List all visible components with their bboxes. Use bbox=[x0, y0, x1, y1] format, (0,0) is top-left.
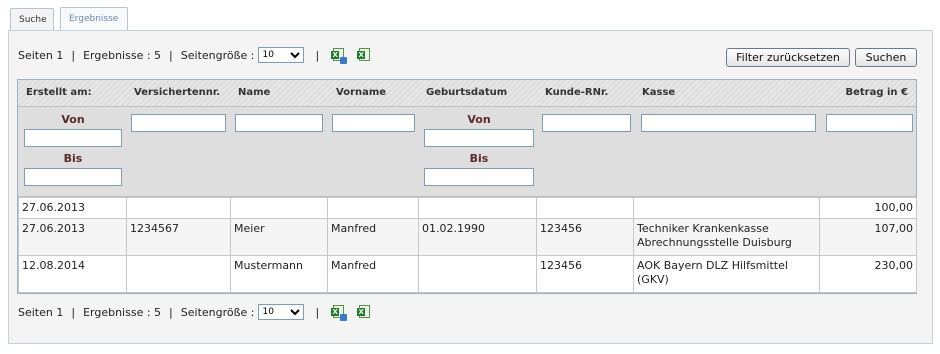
excel-icon[interactable]: X bbox=[357, 48, 371, 62]
cell-kasse: Techniker Krankenkasse Abrechnungsstelle … bbox=[633, 218, 820, 256]
table-row[interactable]: 12.08.2014 Mustermann Manfred 123456 AOK… bbox=[18, 255, 917, 293]
cell-kunde bbox=[536, 197, 634, 219]
cell-versnr bbox=[126, 197, 231, 219]
pager-top: Seiten 1 | Ergebnisse : 5 | Seitengröße … bbox=[18, 46, 383, 64]
cell-betrag: 100,00 bbox=[819, 197, 917, 219]
pager-bottom: Seiten 1 | Ergebnisse : 5 | Seitengröße … bbox=[18, 303, 383, 321]
cell-versnr bbox=[126, 255, 231, 293]
col-header-kasse[interactable]: Kasse bbox=[642, 87, 675, 98]
col-header-erstellt[interactable]: Erstellt am: bbox=[26, 87, 92, 98]
tab-suche[interactable]: Suche bbox=[10, 8, 54, 30]
tab-label: Suche bbox=[19, 15, 47, 25]
kasse-line: (GKV) bbox=[637, 273, 669, 286]
divider: | bbox=[315, 305, 320, 319]
versichertennr-filter[interactable] bbox=[131, 114, 226, 132]
separator: | bbox=[169, 305, 173, 319]
pages-label[interactable]: Seiten 1 bbox=[18, 306, 63, 319]
col-header-betrag[interactable]: Betrag in € bbox=[846, 87, 909, 98]
kasse-line: Techniker Krankenkasse bbox=[637, 222, 769, 235]
pagesize-label: Seitengröße : bbox=[180, 48, 255, 62]
cell-vorname: Manfred bbox=[327, 255, 419, 293]
grid-header: Erstellt am: Versichertennr. Name Vornam… bbox=[18, 80, 916, 107]
betrag-filter[interactable] bbox=[826, 114, 913, 132]
results-grid: Erstellt am: Versichertennr. Name Vornam… bbox=[17, 79, 917, 294]
cell-name: Meier bbox=[230, 218, 328, 256]
cell-betrag: 230,00 bbox=[819, 255, 917, 293]
separator: | bbox=[71, 48, 76, 62]
tab-label: Ergebnisse bbox=[69, 14, 119, 24]
kasse-filter[interactable] bbox=[641, 114, 816, 132]
cell-betrag: 107,00 bbox=[819, 218, 917, 256]
erstellt-bis-input[interactable] bbox=[24, 168, 122, 186]
pages-label[interactable]: Seiten 1 bbox=[18, 49, 63, 62]
search-button[interactable]: Suchen bbox=[855, 48, 917, 67]
results-panel: Seiten 1 | Ergebnisse : 5 | Seitengröße … bbox=[8, 30, 933, 344]
col-header-geburtsdatum[interactable]: Geburtsdatum bbox=[426, 87, 507, 98]
kasse-line: AOK Bayern DLZ Hilfsmittel bbox=[637, 259, 788, 272]
table-row[interactable]: 27.06.2013 1234567 Meier Manfred 01.02.1… bbox=[18, 218, 917, 256]
col-header-vorname[interactable]: Vorname bbox=[336, 87, 386, 98]
von-label: Von bbox=[467, 113, 491, 126]
separator: | bbox=[169, 48, 173, 62]
cell-name: Mustermann bbox=[230, 255, 328, 293]
separator: | bbox=[71, 305, 76, 319]
cell-erstellt: 27.06.2013 bbox=[18, 197, 127, 219]
cell-kasse bbox=[633, 197, 820, 219]
cell-kasse: AOK Bayern DLZ Hilfsmittel (GKV) bbox=[633, 255, 820, 293]
reset-filter-button[interactable]: Filter zurücksetzen bbox=[726, 48, 850, 67]
filter-row: Von Bis Von Bis bbox=[18, 107, 916, 197]
col-header-versichertennr[interactable]: Versichertennr. bbox=[134, 87, 220, 98]
cell-erstellt: 27.06.2013 bbox=[18, 218, 127, 256]
geburtsdatum-bis-input[interactable] bbox=[424, 168, 534, 186]
col-header-kunde-rnr[interactable]: Kunde-RNr. bbox=[545, 87, 608, 98]
bis-label: Bis bbox=[63, 152, 83, 165]
divider: | bbox=[315, 48, 320, 62]
erstellt-von-input[interactable] bbox=[24, 129, 122, 147]
name-filter[interactable] bbox=[235, 114, 323, 132]
results-count: Ergebnisse : 5 bbox=[83, 48, 162, 62]
cell-erstellt: 12.08.2014 bbox=[18, 255, 127, 293]
excel-icon[interactable]: X bbox=[357, 305, 371, 319]
cell-vorname bbox=[327, 197, 419, 219]
excel-export-icon[interactable]: X bbox=[331, 48, 348, 64]
cell-name bbox=[230, 197, 328, 219]
cell-kunde: 123456 bbox=[536, 218, 634, 256]
cell-versnr: 1234567 bbox=[126, 218, 231, 256]
geburtsdatum-von-input[interactable] bbox=[424, 129, 534, 147]
pagesize-label: Seitengröße : bbox=[180, 305, 255, 319]
pagesize-select[interactable]: 10 bbox=[257, 304, 304, 320]
vorname-filter[interactable] bbox=[332, 114, 415, 132]
kasse-line: Abrechnungsstelle Duisburg bbox=[637, 236, 792, 249]
results-table: 27.06.2013 100,00 27.06.2013 1234567 Mei… bbox=[18, 197, 917, 293]
excel-export-icon[interactable]: X bbox=[331, 305, 348, 321]
pagesize-select[interactable]: 10 bbox=[257, 47, 304, 63]
cell-geburt: 01.02.1990 bbox=[418, 218, 537, 256]
cell-vorname: Manfred bbox=[327, 218, 419, 256]
table-row[interactable]: 27.06.2013 100,00 bbox=[18, 197, 917, 219]
cell-geburt bbox=[418, 197, 537, 219]
kunde-rnr-filter[interactable] bbox=[542, 114, 631, 132]
cell-kunde: 123456 bbox=[536, 255, 634, 293]
results-count: Ergebnisse : 5 bbox=[83, 305, 162, 319]
col-header-name[interactable]: Name bbox=[238, 87, 270, 98]
bis-label: Bis bbox=[469, 152, 489, 165]
tab-ergebnisse[interactable]: Ergebnisse bbox=[60, 7, 128, 31]
cell-geburt bbox=[418, 255, 537, 293]
von-label: Von bbox=[61, 113, 85, 126]
